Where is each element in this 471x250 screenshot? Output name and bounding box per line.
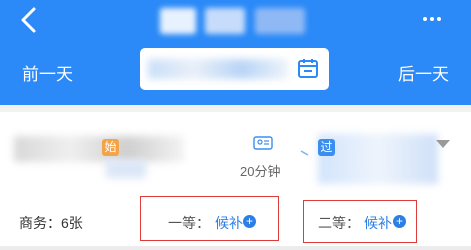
passing-badge: 过: [318, 139, 335, 156]
page-title-obscured: [205, 8, 245, 34]
highlight-box-first-class: [140, 196, 279, 241]
arrival-obscured: [318, 134, 438, 184]
divider: [0, 105, 471, 112]
travel-duration: 20分钟: [240, 164, 281, 179]
highlight-box-second-class: [303, 200, 417, 243]
expand-caret-icon[interactable]: [436, 140, 450, 148]
page-title-obscured: [255, 8, 305, 34]
route-arrow: [215, 150, 309, 156]
departure-time-obscured: [106, 160, 146, 178]
bottom-divider: [0, 246, 471, 250]
prev-day-button[interactable]: 前一天: [22, 60, 73, 85]
back-icon[interactable]: [16, 6, 42, 34]
business-seat-count: 商务：6张: [19, 215, 83, 231]
departure-obscured: [14, 136, 184, 162]
origin-badge: 始: [102, 139, 119, 156]
date-text-obscured: [148, 59, 288, 79]
date-selector[interactable]: [140, 48, 329, 90]
next-day-button[interactable]: 后一天: [398, 60, 449, 85]
more-icon[interactable]: [423, 8, 449, 28]
page-title-obscured: [160, 8, 196, 34]
id-card-icon: [253, 136, 273, 150]
calendar-icon: [298, 59, 318, 78]
